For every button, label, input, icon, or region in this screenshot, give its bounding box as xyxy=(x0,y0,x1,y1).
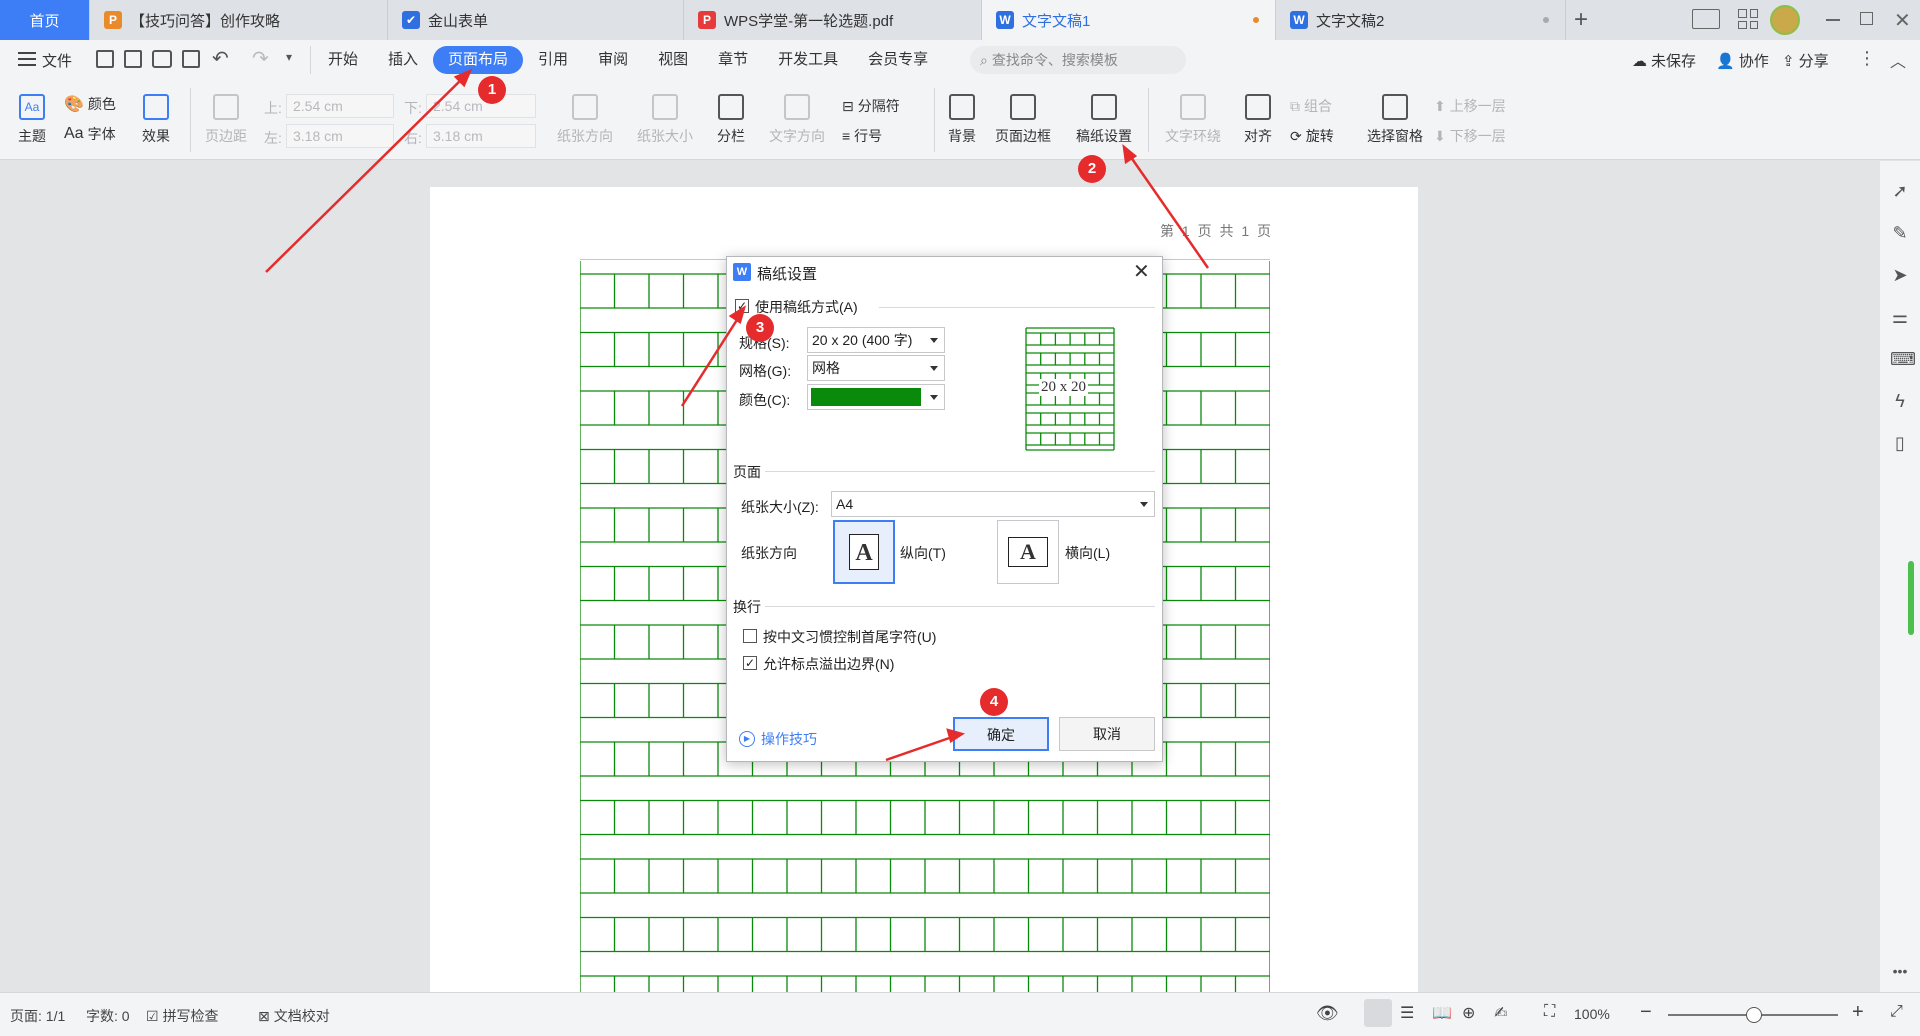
annotation-arrow xyxy=(1124,149,1210,269)
annotation-arrow xyxy=(265,72,469,273)
annotation-arrowhead xyxy=(946,728,966,743)
annotation-arrow xyxy=(680,311,744,407)
annotation-arrow xyxy=(885,733,959,762)
annotation-layer xyxy=(265,68,1210,762)
step-badge: 3 xyxy=(746,314,774,342)
step-badge: 1 xyxy=(478,76,506,104)
annotation-arrowhead xyxy=(728,305,747,324)
step-badge: 4 xyxy=(980,688,1008,716)
step-badge: 2 xyxy=(1078,155,1106,183)
